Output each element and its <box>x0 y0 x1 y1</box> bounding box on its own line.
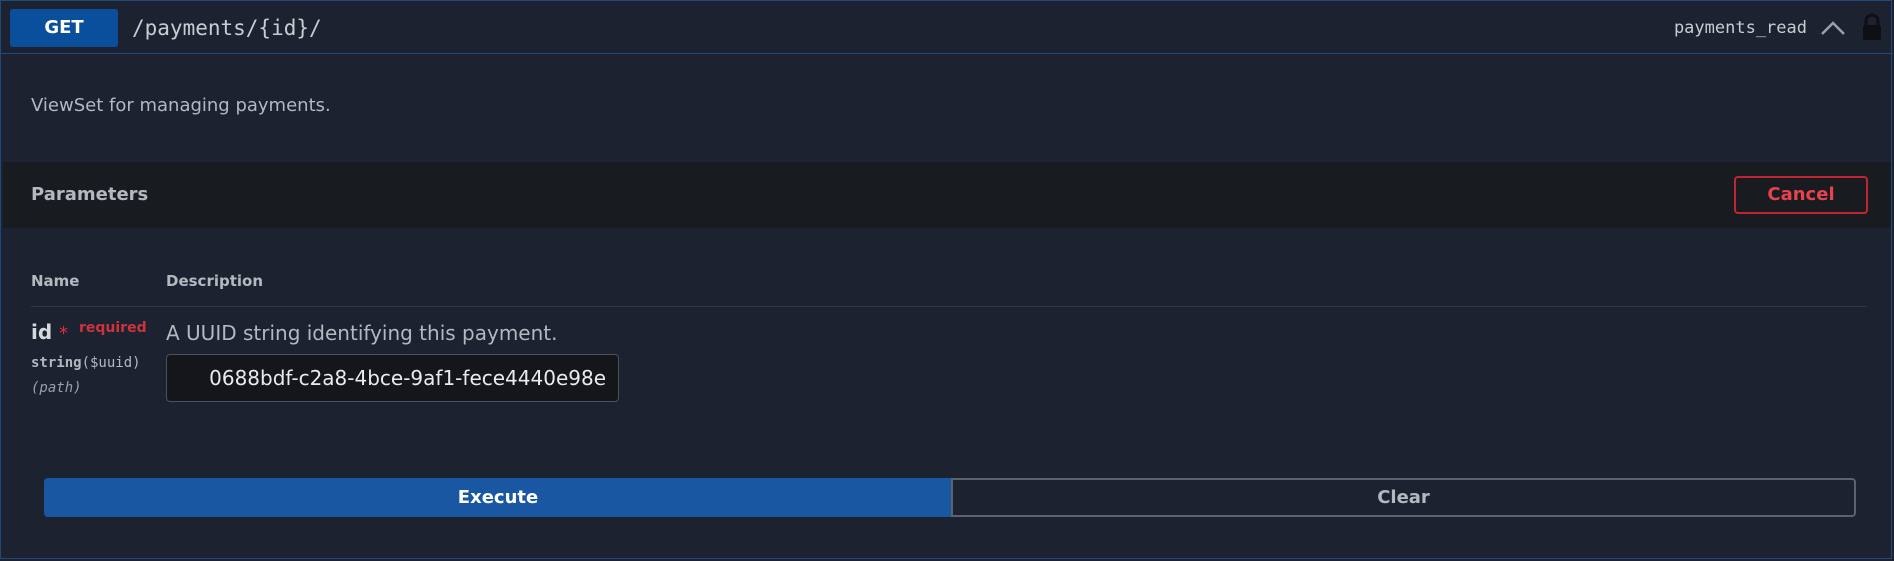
required-marker: * <box>59 323 68 344</box>
operation-id: payments_read <box>1673 18 1807 38</box>
id-input[interactable] <box>166 354 619 402</box>
clear-button[interactable]: Clear <box>951 478 1856 517</box>
parameters-title: Parameters <box>31 184 149 205</box>
cancel-button[interactable]: Cancel <box>1734 176 1868 214</box>
action-buttons: Execute Clear <box>44 478 1856 517</box>
lock-icon[interactable] <box>1861 13 1883 41</box>
parameters-header: Parameters Cancel <box>3 162 1891 228</box>
column-header-name: Name <box>31 272 80 290</box>
operation-description: ViewSet for managing payments. <box>31 95 331 116</box>
required-label: required <box>79 320 147 336</box>
operation-block: GET /payments/{id}/ payments_read ViewSe… <box>0 0 1893 559</box>
parameter-description: A UUID string identifying this payment. <box>166 321 558 345</box>
chevron-up-icon[interactable] <box>1819 17 1847 39</box>
table-divider <box>31 306 1867 307</box>
column-header-description: Description <box>166 272 264 290</box>
parameter-type-format: ($uuid) <box>81 355 141 371</box>
operation-summary[interactable]: GET /payments/{id}/ payments_read <box>1 1 1893 54</box>
parameter-type-name: string <box>31 355 82 371</box>
parameter-location: (path) <box>31 380 82 396</box>
execute-button[interactable]: Execute <box>44 478 952 517</box>
parameter-type: string($uuid) <box>31 353 141 373</box>
endpoint-path: /payments/{id}/ <box>132 16 322 40</box>
http-method-badge: GET <box>10 9 118 47</box>
parameter-name: id <box>31 320 53 344</box>
